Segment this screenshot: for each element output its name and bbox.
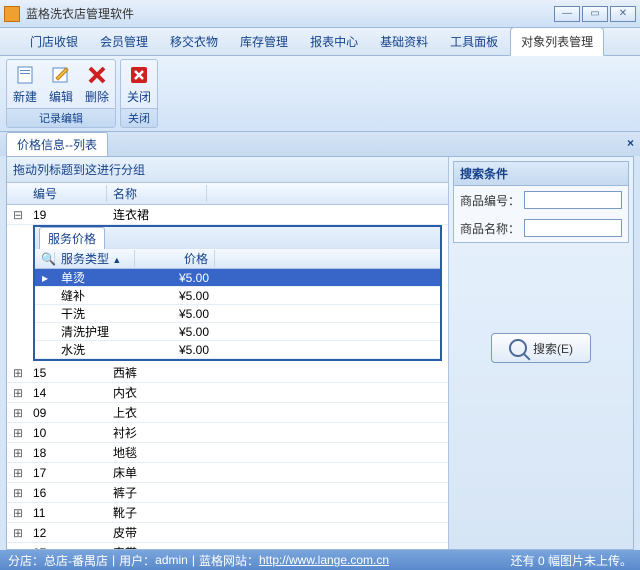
table-row[interactable]: ⊞10衬衫 (7, 423, 448, 443)
cell-code: 19 (27, 208, 107, 222)
main-menu: 门店收银会员管理移交衣物库存管理报表中心基础资料工具面板对象列表管理 (0, 28, 640, 56)
expand-icon[interactable]: ⊞ (7, 386, 27, 400)
ribbon-group-edit: 新建编辑删除 记录编辑 (6, 59, 116, 128)
window-title: 蓝格洗衣店管理软件 (26, 5, 554, 22)
ribbon-group-close: 关闭 关闭 (120, 59, 158, 128)
detail-search-icon[interactable]: 🔍 (35, 252, 55, 266)
ribbon: 新建编辑删除 记录编辑 关闭 关闭 (0, 56, 640, 132)
table-row[interactable]: ⊞16裤子 (7, 483, 448, 503)
ribbon-group-label: 记录编辑 (7, 108, 115, 127)
document-tabs: 价格信息--列表 × (0, 132, 640, 156)
detail-col-type[interactable]: 服务类型 ▲ (55, 250, 135, 267)
table-row[interactable]: ⊞15西裤 (7, 363, 448, 383)
close-window-button[interactable]: ✕ (610, 6, 636, 22)
ribbon-new-button[interactable]: 新建 (7, 60, 43, 108)
detail-col-price[interactable]: 价格 (135, 250, 215, 267)
delete-icon (86, 64, 108, 86)
search-panel: 搜索条件 商品编号： 商品名称： 搜索(E) (449, 157, 633, 549)
search-header: 搜索条件 (454, 162, 628, 186)
app-icon (4, 6, 20, 22)
new-icon (14, 64, 36, 86)
expand-icon[interactable]: ⊞ (7, 446, 27, 460)
table-row-expanded[interactable]: ⊟ 19 连衣裙 (7, 205, 448, 225)
grid-header: 编号 名称 (7, 183, 448, 205)
table-row[interactable]: ⊞17床单 (7, 463, 448, 483)
edit-icon (50, 64, 72, 86)
expand-icon[interactable]: ⊞ (7, 526, 27, 540)
grid-body[interactable]: ⊟ 19 连衣裙 服务价格 🔍 服务类型 ▲ 价格 ▸单烫¥5.00缝补¥5.0… (7, 205, 448, 549)
detail-row[interactable]: 水洗¥5.00 (35, 341, 440, 359)
group-by-hint: 拖动列标题到这进行分组 (7, 157, 448, 183)
expand-icon[interactable]: ⊞ (7, 486, 27, 500)
ribbon-delete-button[interactable]: 删除 (79, 60, 115, 108)
expand-icon[interactable]: ⊞ (7, 466, 27, 480)
expand-icon[interactable]: ⊞ (7, 506, 27, 520)
detail-row[interactable]: 清洗护理¥5.00 (35, 323, 440, 341)
label-product-code: 商品编号： (460, 192, 520, 209)
menu-item[interactable]: 库存管理 (230, 28, 298, 55)
detail-panel: 服务价格 🔍 服务类型 ▲ 价格 ▸单烫¥5.00缝补¥5.00干洗¥5.00清… (33, 225, 442, 361)
menu-item[interactable]: 对象列表管理 (510, 27, 604, 56)
title-bar: 蓝格洗衣店管理软件 — ▭ ✕ (0, 0, 640, 28)
menu-item[interactable]: 会员管理 (90, 28, 158, 55)
expand-icon[interactable]: ⊞ (7, 546, 27, 550)
expand-icon[interactable]: ⊞ (7, 426, 27, 440)
expand-icon[interactable]: ⊞ (7, 366, 27, 380)
status-upload: 还有 0 幅图片未上传。 (511, 552, 632, 569)
minimize-button[interactable]: — (554, 6, 580, 22)
grid-panel: 拖动列标题到这进行分组 编号 名称 ⊟ 19 连衣裙 服务价格 🔍 服务类型 ▲… (7, 157, 449, 549)
tab-close-icon[interactable]: × (627, 136, 634, 150)
detail-row[interactable]: 缝补¥5.00 (35, 287, 440, 305)
menu-item[interactable]: 报表中心 (300, 28, 368, 55)
menu-item[interactable]: 门店收银 (20, 28, 88, 55)
table-row[interactable]: ⊞12皮带 (7, 523, 448, 543)
column-name[interactable]: 名称 (107, 185, 207, 202)
input-product-name[interactable] (524, 219, 622, 237)
table-row[interactable]: ⊞07表带 (7, 543, 448, 549)
ribbon-close-button[interactable]: 关闭 (121, 60, 157, 108)
detail-row[interactable]: 干洗¥5.00 (35, 305, 440, 323)
search-button[interactable]: 搜索(E) (491, 333, 591, 363)
search-icon (509, 339, 527, 357)
ribbon-group-label: 关闭 (121, 108, 157, 127)
menu-item[interactable]: 移交衣物 (160, 28, 228, 55)
status-bar: 分店：总店-番禺店 | 用户：admin | 蓝格网站： http://www.… (0, 550, 640, 570)
menu-item[interactable]: 工具面板 (440, 28, 508, 55)
menu-item[interactable]: 基础资料 (370, 28, 438, 55)
table-row[interactable]: ⊞09上衣 (7, 403, 448, 423)
tab-price-list[interactable]: 价格信息--列表 (6, 132, 108, 156)
input-product-code[interactable] (524, 191, 622, 209)
table-row[interactable]: ⊞11靴子 (7, 503, 448, 523)
label-product-name: 商品名称： (460, 220, 520, 237)
maximize-button[interactable]: ▭ (582, 6, 608, 22)
ribbon-edit-button[interactable]: 编辑 (43, 60, 79, 108)
main-content: 拖动列标题到这进行分组 编号 名称 ⊟ 19 连衣裙 服务价格 🔍 服务类型 ▲… (6, 156, 634, 550)
detail-row[interactable]: ▸单烫¥5.00 (35, 269, 440, 287)
column-code[interactable]: 编号 (27, 185, 107, 202)
close-icon (128, 64, 150, 86)
website-link[interactable]: http://www.lange.com.cn (259, 553, 389, 567)
collapse-icon[interactable]: ⊟ (7, 208, 27, 222)
table-row[interactable]: ⊞18地毯 (7, 443, 448, 463)
expand-icon[interactable]: ⊞ (7, 406, 27, 420)
detail-tab[interactable]: 服务价格 (39, 227, 105, 249)
cell-name: 连衣裙 (107, 206, 207, 223)
table-row[interactable]: ⊞14内衣 (7, 383, 448, 403)
